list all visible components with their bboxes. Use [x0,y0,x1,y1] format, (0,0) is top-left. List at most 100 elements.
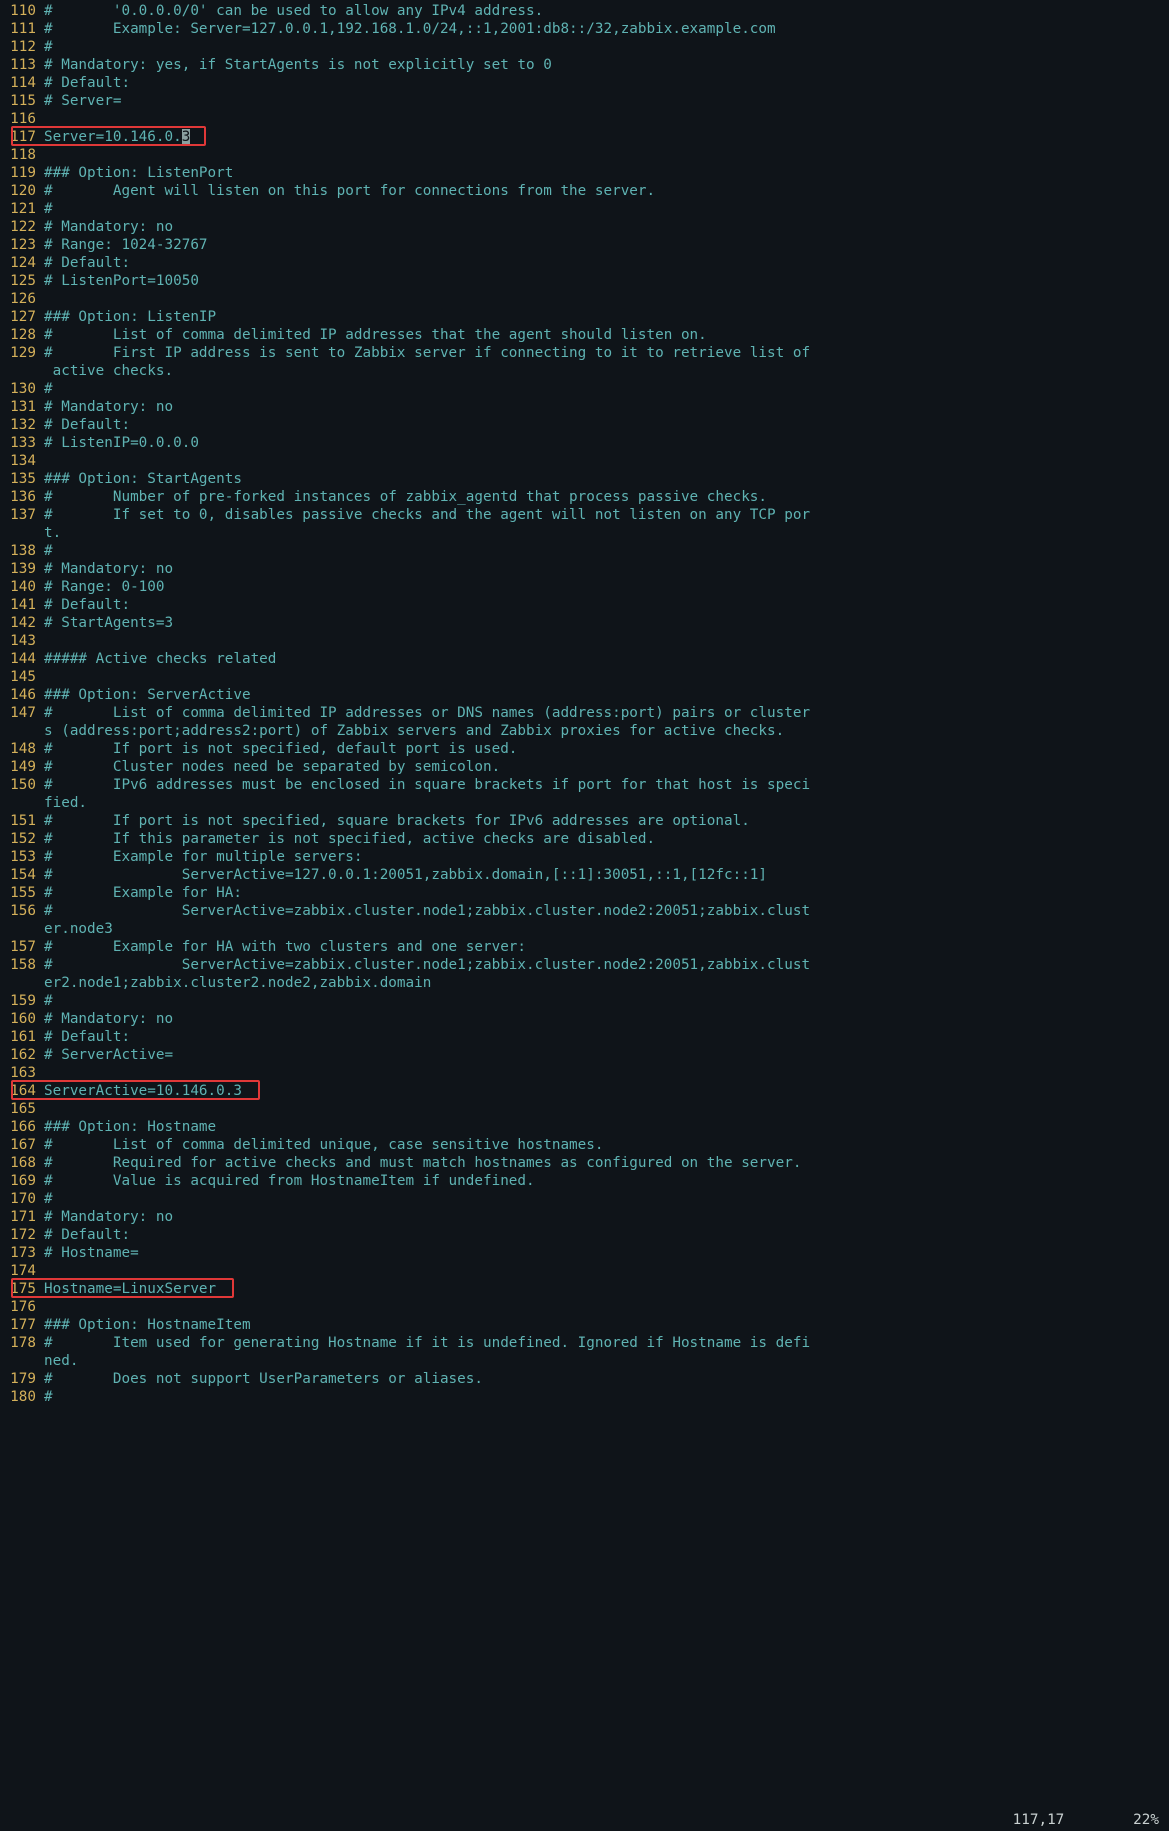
code-line[interactable]: 160# Mandatory: no [0,1010,1169,1028]
code-line[interactable]: 178# Item used for generating Hostname i… [0,1334,1169,1352]
code-line[interactable]: 153# Example for multiple servers: [0,848,1169,866]
code-line[interactable]: 149# Cluster nodes need be separated by … [0,758,1169,776]
code-line[interactable]: 128# List of comma delimited IP addresse… [0,326,1169,344]
code-line[interactable]: 171# Mandatory: no [0,1208,1169,1226]
code-line[interactable]: t. [0,524,1169,542]
line-content: active checks. [40,362,1169,380]
code-line[interactable]: 162# ServerActive= [0,1046,1169,1064]
code-line[interactable]: 179# Does not support UserParameters or … [0,1370,1169,1388]
line-content: # Hostname= [40,1244,1169,1262]
line-content: # Does not support UserParameters or ali… [40,1370,1169,1388]
line-number: 158 [0,956,40,974]
line-number: 178 [0,1334,40,1352]
line-number: 118 [0,146,40,164]
code-line[interactable]: 131# Mandatory: no [0,398,1169,416]
code-line[interactable]: 169# Value is acquired from HostnameItem… [0,1172,1169,1190]
line-content: # If set to 0, disables passive checks a… [40,506,1169,524]
code-line[interactable]: s (address:port;address2:port) of Zabbix… [0,722,1169,740]
code-line[interactable]: 168# Required for active checks and must… [0,1154,1169,1172]
code-line[interactable]: 142# StartAgents=3 [0,614,1169,632]
code-line[interactable]: 173# Hostname= [0,1244,1169,1262]
code-line[interactable]: 124# Default: [0,254,1169,272]
code-line[interactable]: 122# Mandatory: no [0,218,1169,236]
code-line[interactable]: 126 [0,290,1169,308]
line-number: 167 [0,1136,40,1154]
line-content: # ServerActive=zabbix.cluster.node1;zabb… [40,902,1169,920]
code-line[interactable]: 116 [0,110,1169,128]
code-line[interactable]: 125# ListenPort=10050 [0,272,1169,290]
code-line[interactable]: 146### Option: ServerActive [0,686,1169,704]
line-number: 134 [0,452,40,470]
line-content: fied. [40,794,1169,812]
code-line[interactable]: 135### Option: StartAgents [0,470,1169,488]
code-line[interactable]: 134 [0,452,1169,470]
code-line[interactable]: 138# [0,542,1169,560]
code-line[interactable]: 174 [0,1262,1169,1280]
code-line[interactable]: 145 [0,668,1169,686]
code-line[interactable]: 136# Number of pre-forked instances of z… [0,488,1169,506]
code-line[interactable]: 133# ListenIP=0.0.0.0 [0,434,1169,452]
code-line[interactable]: 158# ServerActive=zabbix.cluster.node1;z… [0,956,1169,974]
code-line[interactable]: 114# Default: [0,74,1169,92]
code-line[interactable]: 148# If port is not specified, default p… [0,740,1169,758]
code-line[interactable]: 165 [0,1100,1169,1118]
code-line[interactable]: 152# If this parameter is not specified,… [0,830,1169,848]
code-line[interactable]: 141# Default: [0,596,1169,614]
code-line[interactable]: 166### Option: Hostname [0,1118,1169,1136]
code-line[interactable]: 167# List of comma delimited unique, cas… [0,1136,1169,1154]
code-line[interactable]: 115# Server= [0,92,1169,110]
code-line[interactable]: 140# Range: 0-100 [0,578,1169,596]
code-line[interactable]: 172# Default: [0,1226,1169,1244]
code-line[interactable]: 164ServerActive=10.146.0.3 [0,1082,1169,1100]
code-line[interactable]: 175Hostname=LinuxServer [0,1280,1169,1298]
code-line[interactable]: 118 [0,146,1169,164]
code-line[interactable]: er.node3 [0,920,1169,938]
line-number: 172 [0,1226,40,1244]
code-line[interactable]: 129# First IP address is sent to Zabbix … [0,344,1169,362]
code-line[interactable]: 147# List of comma delimited IP addresse… [0,704,1169,722]
code-line[interactable]: active checks. [0,362,1169,380]
code-line[interactable]: 132# Default: [0,416,1169,434]
code-line[interactable]: 112# [0,38,1169,56]
code-line[interactable]: 111# Example: Server=127.0.0.1,192.168.1… [0,20,1169,38]
line-number: 126 [0,290,40,308]
line-number: 160 [0,1010,40,1028]
code-line[interactable]: er2.node1;zabbix.cluster2.node2,zabbix.d… [0,974,1169,992]
code-line[interactable]: 180# [0,1388,1169,1406]
code-line[interactable]: 121# [0,200,1169,218]
code-line[interactable]: 151# If port is not specified, square br… [0,812,1169,830]
code-line[interactable]: 120# Agent will listen on this port for … [0,182,1169,200]
code-line[interactable]: 170# [0,1190,1169,1208]
text-editor[interactable]: 110# '0.0.0.0/0' can be used to allow an… [0,2,1169,1406]
line-content: s (address:port;address2:port) of Zabbix… [40,722,1169,740]
code-line[interactable]: 127### Option: ListenIP [0,308,1169,326]
line-number: 143 [0,632,40,650]
code-line[interactable]: 159# [0,992,1169,1010]
code-line[interactable]: 155# Example for HA: [0,884,1169,902]
code-line[interactable]: 154# ServerActive=127.0.0.1:20051,zabbix… [0,866,1169,884]
code-line[interactable]: 113# Mandatory: yes, if StartAgents is n… [0,56,1169,74]
code-line[interactable]: fied. [0,794,1169,812]
code-line[interactable]: 130# [0,380,1169,398]
code-line[interactable]: 144##### Active checks related [0,650,1169,668]
code-line[interactable]: 139# Mandatory: no [0,560,1169,578]
code-line[interactable]: ned. [0,1352,1169,1370]
code-line[interactable]: 123# Range: 1024-32767 [0,236,1169,254]
line-content: # [40,200,1169,218]
code-line[interactable]: 161# Default: [0,1028,1169,1046]
code-line[interactable]: 117Server=10.146.0.3 [0,128,1169,146]
code-line[interactable]: 110# '0.0.0.0/0' can be used to allow an… [0,2,1169,20]
code-line[interactable]: 156# ServerActive=zabbix.cluster.node1;z… [0,902,1169,920]
line-content: # Default: [40,254,1169,272]
line-content: # List of comma delimited IP addresses t… [40,326,1169,344]
code-line[interactable]: 137# If set to 0, disables passive check… [0,506,1169,524]
code-line[interactable]: 157# Example for HA with two clusters an… [0,938,1169,956]
code-line[interactable]: 150# IPv6 addresses must be enclosed in … [0,776,1169,794]
code-line[interactable]: 119### Option: ListenPort [0,164,1169,182]
code-line[interactable]: 177### Option: HostnameItem [0,1316,1169,1334]
line-content [40,668,1169,686]
code-line[interactable]: 163 [0,1064,1169,1082]
line-number: 129 [0,344,40,362]
code-line[interactable]: 143 [0,632,1169,650]
code-line[interactable]: 176 [0,1298,1169,1316]
